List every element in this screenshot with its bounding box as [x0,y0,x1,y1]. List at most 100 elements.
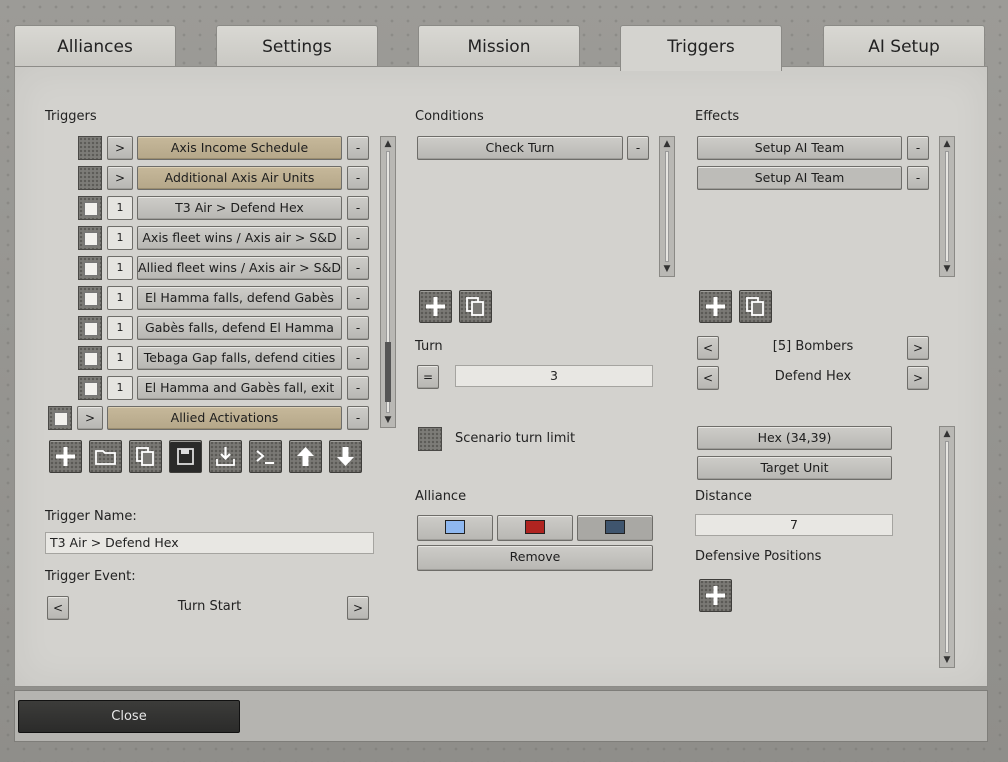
copy-icon [746,297,764,316]
trigger-remove-button[interactable]: - [347,136,369,160]
order-next-button[interactable]: > [907,366,929,390]
scroll-up-icon[interactable]: ▲ [381,138,395,150]
add-defensive-position-button[interactable] [699,579,732,612]
trigger-item[interactable]: Gabès falls, defend El Hamma [137,316,342,340]
trigger-item[interactable]: Allied Activations [107,406,342,430]
condition-item[interactable]: Check Turn [417,136,623,160]
console-button[interactable] [249,440,282,473]
copy-trigger-button[interactable] [129,440,162,473]
bombers-next-button[interactable]: > [907,336,929,360]
tab-alliances[interactable]: Alliances [14,25,176,67]
add-icon [706,297,725,316]
trigger-enable-checkbox[interactable] [78,376,102,400]
trigger-remove-button[interactable]: - [347,406,369,430]
trigger-item[interactable]: El Hamma falls, defend Gabès [137,286,342,310]
copy-icon [136,447,154,466]
scroll-up-icon[interactable]: ▲ [940,428,954,440]
trigger-enable-checkbox[interactable] [78,286,102,310]
scroll-down-icon[interactable]: ▼ [940,654,954,666]
target-unit-button[interactable]: Target Unit [697,456,892,480]
trigger-enable-checkbox[interactable] [78,256,102,280]
arrow-down-icon [337,447,354,466]
trigger-enable-checkbox[interactable] [78,166,102,190]
trigger-item[interactable]: T3 Air > Defend Hex [137,196,342,220]
import-button[interactable] [209,440,242,473]
trigger-expand-button[interactable]: > [107,166,133,190]
conditions-scrollbar[interactable]: ▲ ▼ [659,136,675,277]
trigger-enable-checkbox[interactable] [78,136,102,160]
add-icon [426,297,445,316]
tab-mission[interactable]: Mission [418,25,580,67]
tab-settings[interactable]: Settings [216,25,378,67]
alliance-remove-button[interactable]: Remove [417,545,653,571]
trigger-remove-button[interactable]: - [347,166,369,190]
alliance-color-2-button[interactable] [497,515,573,541]
add-trigger-button[interactable] [49,440,82,473]
scroll-down-icon[interactable]: ▼ [660,263,674,275]
alliance-swatch-blue [445,520,465,534]
scenario-turn-limit-label: Scenario turn limit [455,431,576,446]
tab-triggers[interactable]: Triggers [620,25,782,71]
trigger-remove-button[interactable]: - [347,376,369,400]
alliance-color-1-button[interactable] [417,515,493,541]
trigger-item[interactable]: Axis fleet wins / Axis air > S&D [137,226,342,250]
folder-icon [95,450,116,465]
tab-ai-setup[interactable]: AI Setup [823,25,985,67]
trigger-remove-button[interactable]: - [347,226,369,250]
trigger-enable-checkbox[interactable] [78,226,102,250]
trigger-event-next-button[interactable]: > [347,596,369,620]
trigger-event-prev-button[interactable]: < [47,596,69,620]
trigger-expand-button[interactable]: > [107,136,133,160]
trigger-order-value: 1 [107,256,133,280]
move-down-button[interactable] [329,440,362,473]
trigger-enable-checkbox[interactable] [78,316,102,340]
distance-input[interactable]: 7 [695,514,893,536]
effect-remove-button[interactable]: - [907,166,929,190]
bombers-prev-button[interactable]: < [697,336,719,360]
trigger-enable-checkbox[interactable] [78,196,102,220]
scenario-turn-limit-checkbox[interactable] [418,427,442,451]
scroll-down-icon[interactable]: ▼ [940,263,954,275]
trigger-enable-checkbox[interactable] [48,406,72,430]
trigger-remove-button[interactable]: - [347,346,369,370]
effect-item[interactable]: Setup AI Team [697,136,902,160]
trigger-event-label: Trigger Event: [45,569,136,584]
alliance-color-3-button[interactable] [577,515,653,541]
move-up-button[interactable] [289,440,322,473]
effect-remove-button[interactable]: - [907,136,929,160]
turn-value-input[interactable]: 3 [455,365,653,387]
close-button[interactable]: Close [18,700,240,733]
add-effect-button[interactable] [699,290,732,323]
trigger-remove-button[interactable]: - [347,316,369,340]
trigger-remove-button[interactable]: - [347,256,369,280]
trigger-name-input[interactable]: T3 Air > Defend Hex [45,532,374,554]
open-folder-button[interactable] [89,440,122,473]
condition-remove-button[interactable]: - [627,136,649,160]
trigger-expand-button[interactable]: > [77,406,103,430]
save-trigger-button[interactable] [169,440,202,473]
scroll-up-icon[interactable]: ▲ [940,138,954,150]
copy-condition-button[interactable] [459,290,492,323]
trigger-enable-checkbox[interactable] [78,346,102,370]
effect-item[interactable]: Setup AI Team [697,166,902,190]
trigger-item[interactable]: El Hamma and Gabès fall, exit [137,376,342,400]
trigger-order-value: 1 [107,196,133,220]
scroll-down-icon[interactable]: ▼ [381,414,395,426]
save-icon [177,448,194,465]
triggers-scrollbar[interactable]: ▲ ▼ [380,136,396,428]
trigger-item[interactable]: Allied fleet wins / Axis air > S&D [137,256,342,280]
hex-button[interactable]: Hex (34,39) [697,426,892,450]
scroll-thumb[interactable] [385,342,391,402]
order-prev-button[interactable]: < [697,366,719,390]
effects-scrollbar[interactable]: ▲ ▼ [939,136,955,277]
add-condition-button[interactable] [419,290,452,323]
trigger-item[interactable]: Axis Income Schedule [137,136,342,160]
scroll-up-icon[interactable]: ▲ [660,138,674,150]
copy-effect-button[interactable] [739,290,772,323]
trigger-item[interactable]: Tebaga Gap falls, defend cities [137,346,342,370]
turn-operator-button[interactable]: = [417,365,439,389]
trigger-item[interactable]: Additional Axis Air Units [137,166,342,190]
trigger-remove-button[interactable]: - [347,196,369,220]
trigger-remove-button[interactable]: - [347,286,369,310]
effect-params-scrollbar[interactable]: ▲ ▼ [939,426,955,668]
